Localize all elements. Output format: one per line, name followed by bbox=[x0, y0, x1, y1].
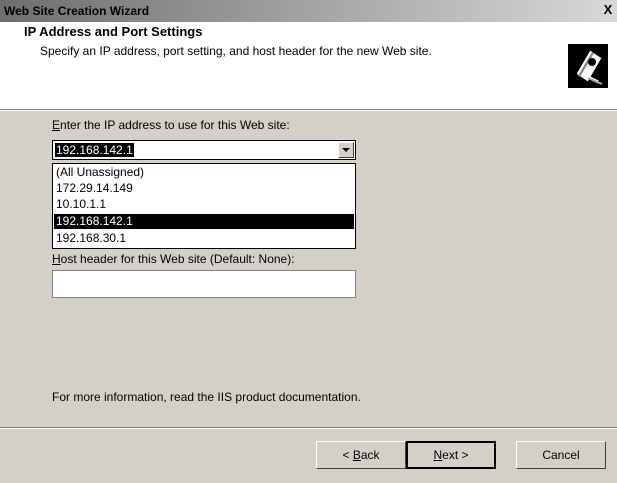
host-label-text: ost header for this Web site (Default: N… bbox=[60, 252, 295, 266]
next-label: ext > bbox=[442, 448, 469, 462]
ip-option-192-168-30-1[interactable]: 192.168.30.1 bbox=[54, 231, 354, 246]
ip-address-dropdown-list[interactable]: (All Unassigned) 172.29.14.149 10.10.1.1… bbox=[52, 163, 356, 249]
page-subtitle: Specify an IP address, port setting, and… bbox=[40, 44, 432, 58]
ip-address-selected-value: 192.168.142.1 bbox=[55, 143, 134, 157]
ip-option-all-unassigned[interactable]: (All Unassigned) bbox=[54, 165, 354, 180]
next-accel: N bbox=[433, 448, 443, 462]
back-prefix: < bbox=[342, 448, 353, 462]
page-title: IP Address and Port Settings bbox=[24, 24, 203, 39]
ip-option-172-29-14-149[interactable]: 172.29.14.149 bbox=[54, 181, 354, 196]
chevron-down-icon bbox=[342, 148, 350, 152]
back-accel: B bbox=[352, 448, 361, 462]
next-button[interactable]: Next > bbox=[406, 441, 496, 469]
cancel-button[interactable]: Cancel bbox=[516, 441, 606, 469]
ip-option-10-10-1-1[interactable]: 10.10.1.1 bbox=[54, 197, 354, 212]
host-header-input[interactable] bbox=[52, 270, 356, 298]
host-label-accel: H bbox=[52, 252, 61, 266]
wizard-window: Web Site Creation Wizard X IP Address an… bbox=[0, 0, 617, 483]
info-text: For more information, read the IIS produ… bbox=[52, 390, 361, 404]
back-label: ack bbox=[360, 448, 380, 462]
title-bar[interactable]: Web Site Creation Wizard X bbox=[0, 0, 617, 22]
ip-address-combobox[interactable]: 192.168.142.1 bbox=[52, 140, 356, 160]
wizard-book-icon bbox=[568, 44, 608, 88]
ip-label-text: nter the IP address to use for this Web … bbox=[60, 118, 290, 132]
ip-address-label: Enter the IP address to use for this Web… bbox=[52, 118, 290, 132]
footer-divider-highlight bbox=[0, 428, 617, 429]
header-divider bbox=[0, 110, 617, 111]
host-header-label: Host header for this Web site (Default: … bbox=[52, 252, 295, 266]
close-icon[interactable]: X bbox=[601, 3, 615, 17]
window-title: Web Site Creation Wizard bbox=[4, 4, 150, 18]
dropdown-button[interactable] bbox=[338, 142, 354, 158]
ip-option-192-168-142-1[interactable]: 192.168.142.1 bbox=[54, 214, 354, 229]
wizard-header: IP Address and Port Settings Specify an … bbox=[0, 22, 617, 110]
ip-label-accel: E bbox=[52, 118, 61, 132]
back-button[interactable]: < Back bbox=[316, 441, 406, 469]
